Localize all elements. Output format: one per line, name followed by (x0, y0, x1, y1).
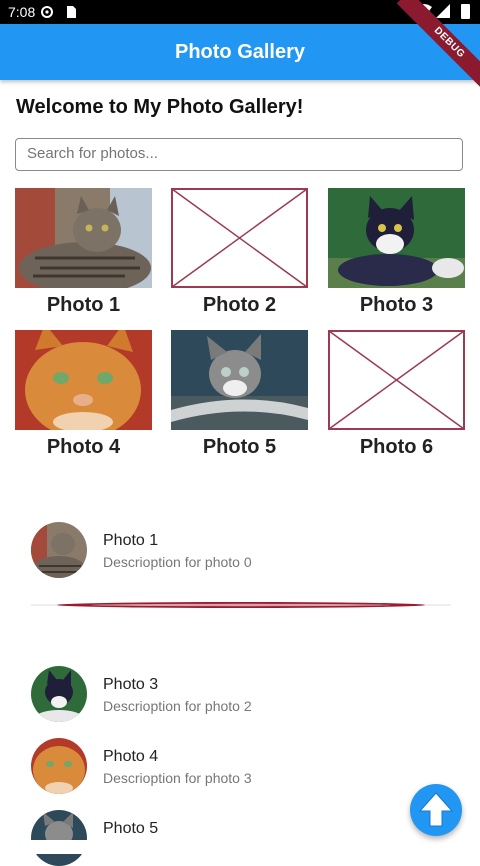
grid-photo-6[interactable]: Photo 6 (328, 330, 465, 459)
grid-photo-5[interactable]: Photo 5 (171, 330, 308, 459)
welcome-heading: Welcome to My Photo Gallery! (16, 96, 304, 118)
grid-caption: Photo 1 (46, 294, 121, 316)
signal-icon (436, 4, 450, 18)
grid-photo-3[interactable]: Photo 3 (328, 188, 465, 317)
list-item[interactable]: Photo 1 Descrioption for photo 0 (31, 522, 451, 578)
list-item[interactable]: Photo 5 (31, 810, 451, 866)
tabby-cat-image (15, 188, 152, 288)
grid-photo-1[interactable]: Photo 1 (15, 188, 152, 317)
sd-card-icon (67, 6, 76, 18)
grid-caption: Photo 6 (359, 436, 434, 458)
avatar (31, 810, 87, 866)
grid-caption: Photo 2 (202, 294, 277, 316)
list-item[interactable]: Photo 4 Descrioption for photo 3 (31, 738, 451, 794)
list-item-title: Photo 5 (103, 820, 159, 837)
grid-photo-4[interactable]: Photo 4 (15, 330, 152, 459)
list-item-title: Photo 3 (103, 676, 159, 693)
tuxedo-cat-image (328, 188, 465, 288)
list-item-title: Photo 1 (103, 532, 159, 549)
image-placeholder-icon (171, 188, 308, 288)
search-input[interactable] (27, 142, 447, 164)
avatar (31, 666, 87, 722)
image-placeholder-icon (328, 330, 465, 430)
grid-caption: Photo 4 (46, 436, 121, 458)
avatar (31, 522, 87, 578)
list-item[interactable]: Photo 3 Descrioption for photo 2 (31, 666, 451, 722)
sync-icon (41, 6, 53, 18)
list-item-subtitle: Descrioption for photo 3 (103, 770, 252, 786)
divider (31, 602, 451, 608)
app-bar: Photo Gallery (0, 24, 480, 80)
status-time: 7:08 (8, 4, 36, 20)
orange-cat-image (15, 330, 152, 430)
page-title: Photo Gallery (174, 41, 306, 63)
grid-photo-2[interactable]: Photo 2 (171, 188, 308, 317)
list-item-subtitle: Descrioption for photo 2 (103, 698, 252, 714)
arrow-up-icon (418, 792, 454, 827)
grid-caption: Photo 3 (359, 294, 434, 316)
battery-icon (461, 4, 470, 19)
list-item-subtitle: Descrioption for photo 0 (103, 554, 252, 570)
list-item-title: Photo 4 (103, 748, 159, 765)
avatar (31, 738, 87, 794)
grid-caption: Photo 5 (202, 436, 277, 458)
kitten-image (171, 330, 308, 430)
search-field[interactable] (15, 138, 463, 171)
scroll-clip (0, 840, 480, 854)
scroll-to-top-button[interactable] (410, 784, 462, 836)
